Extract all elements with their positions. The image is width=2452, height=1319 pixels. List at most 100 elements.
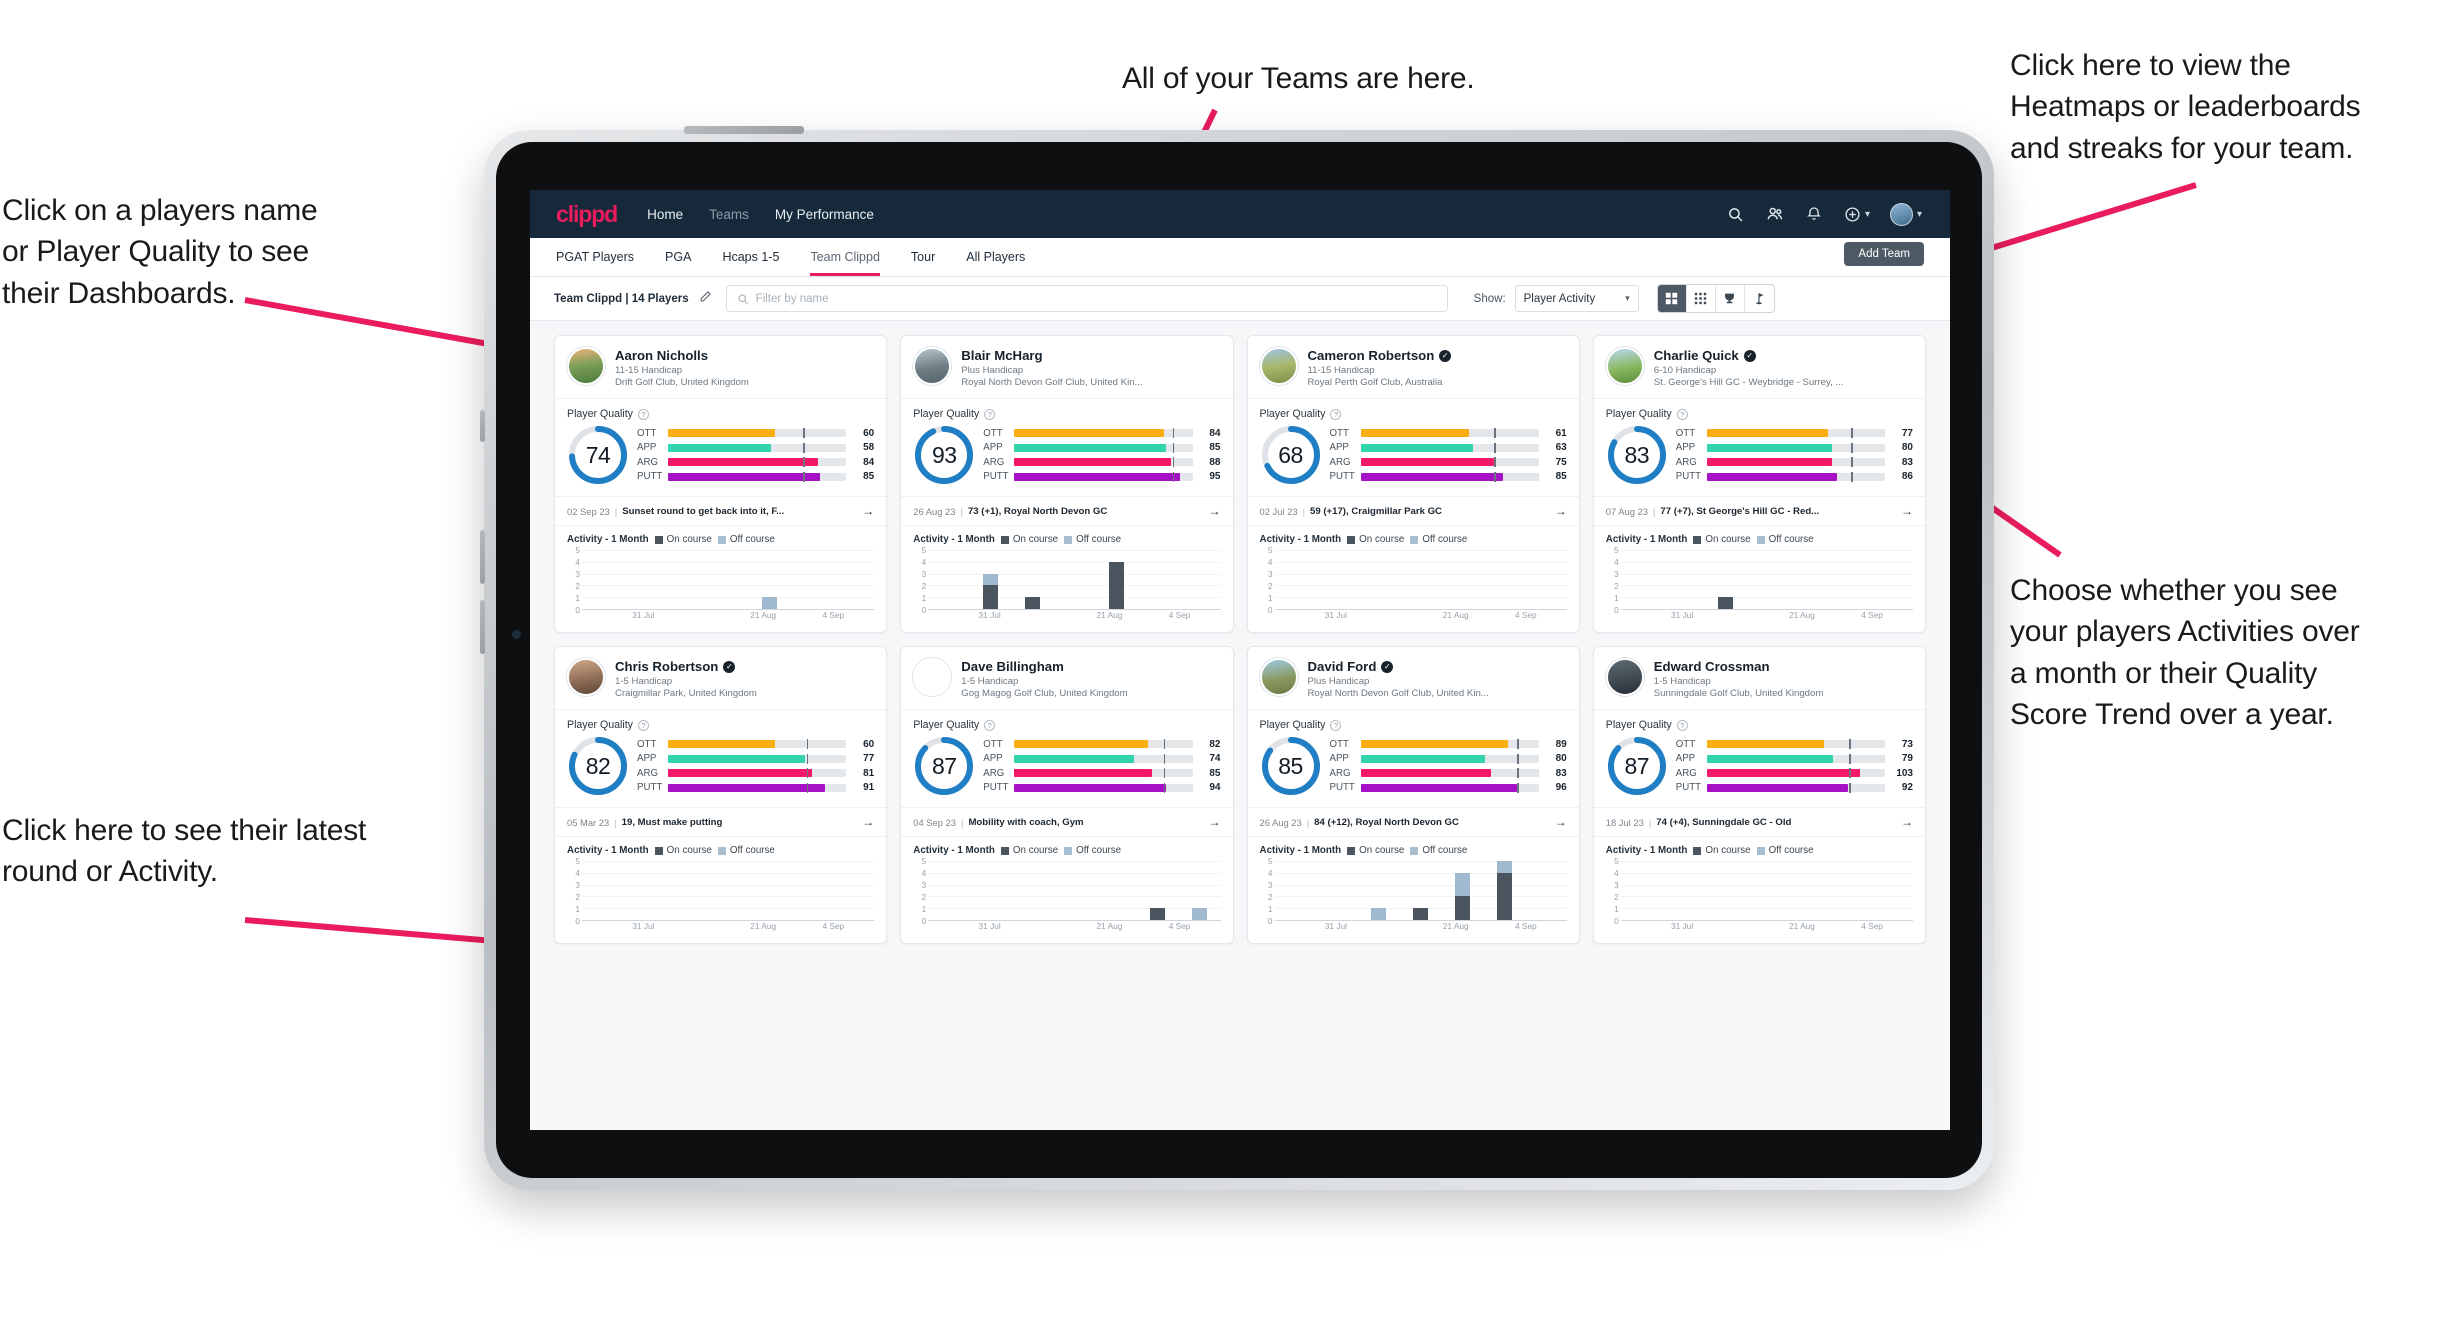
help-icon[interactable]: ? <box>637 719 649 731</box>
tab-pgat-players[interactable]: PGAT Players <box>556 238 634 276</box>
player-card-header[interactable]: Edward Crossman 1-5 Handicap Sunningdale G… <box>1593 647 1925 710</box>
clippd-logo[interactable]: clippd <box>556 201 618 228</box>
latest-round-row[interactable]: 04 Sep 23 | Mobility with coach, Gym → <box>901 807 1233 837</box>
player-card[interactable]: Dave Billingham 1-5 Handicap Gog Magog Gol… <box>900 646 1234 944</box>
avatar[interactable] <box>1259 658 1298 696</box>
avatar[interactable] <box>567 658 605 696</box>
arrow-right-icon[interactable]: → <box>1901 504 1913 518</box>
trophy-icon[interactable] <box>1715 285 1745 312</box>
player-quality-section[interactable]: Player Quality? 83 OTT 77 APP 80 ARG 83 PUTT 86 <box>1594 399 1925 496</box>
arrow-right-icon[interactable]: → <box>1209 504 1221 518</box>
quality-score-ring[interactable]: 87 <box>913 735 975 797</box>
bell-icon[interactable] <box>1806 206 1822 222</box>
player-card[interactable]: Aaron Nicholls 11-15 Handicap Drift Golf C… <box>554 335 888 633</box>
help-icon[interactable]: ? <box>1330 408 1342 420</box>
player-name[interactable]: Blair McHarg <box>961 348 1042 363</box>
player-card[interactable]: Blair McHarg Plus Handicap Royal North Dev… <box>900 335 1234 633</box>
grid-small-icon[interactable] <box>1686 285 1716 312</box>
chevron-down-icon[interactable]: ▾ <box>1865 209 1870 220</box>
latest-round-row[interactable]: 02 Sep 23 | Sunset round to get back into … <box>555 496 887 526</box>
player-card-header[interactable]: Dave Billingham 1-5 Handicap Gog Magog Gol… <box>901 647 1233 710</box>
avatar[interactable] <box>1259 347 1298 385</box>
player-card-header[interactable]: Blair McHarg Plus Handicap Royal North Dev… <box>901 336 1233 399</box>
avatar[interactable] <box>913 658 952 696</box>
avatar[interactable] <box>1605 347 1644 385</box>
player-card-header[interactable]: Charlie Quick ✓ 6-10 Handicap St. George's … <box>1593 336 1925 399</box>
flag-icon[interactable] <box>1744 285 1774 312</box>
player-card[interactable]: Charlie Quick ✓ 6-10 Handicap St. George's … <box>1592 335 1926 633</box>
player-card[interactable]: David Ford ✓ Plus Handicap Royal North Devo… <box>1246 646 1580 944</box>
people-icon[interactable] <box>1766 205 1784 223</box>
player-quality-section[interactable]: Player Quality? 74 OTT 60 APP 58 ARG 84 PUTT 85 <box>555 399 886 496</box>
pencil-icon[interactable] <box>699 290 712 308</box>
arrow-right-icon[interactable]: → <box>1209 815 1221 829</box>
tab-all-players[interactable]: All Players <box>966 238 1025 276</box>
quality-score-ring[interactable]: 87 <box>1606 735 1668 797</box>
player-name[interactable]: Aaron Nicholls <box>615 348 708 363</box>
arrow-right-icon[interactable]: → <box>1555 504 1567 518</box>
latest-round-row[interactable]: 05 Mar 23 | 19, Must make putting → <box>555 807 887 837</box>
latest-round-row[interactable]: 02 Jul 23 | 59 (+17), Craigmillar Park GC → <box>1247 496 1579 526</box>
help-icon[interactable]: ? <box>984 719 996 731</box>
help-icon[interactable]: ? <box>637 408 649 420</box>
volume-up-button[interactable] <box>480 530 485 584</box>
nav-link-teams[interactable]: Teams <box>709 207 749 222</box>
tab-tour[interactable]: Tour <box>911 238 935 276</box>
show-select[interactable]: Player Activity ▾ <box>1514 285 1639 312</box>
tab-hcaps-1-5[interactable]: Hcaps 1-5 <box>722 238 779 276</box>
player-card[interactable]: Edward Crossman 1-5 Handicap Sunningdale G… <box>1592 646 1926 944</box>
arrow-right-icon[interactable]: → <box>1555 815 1567 829</box>
latest-round-row[interactable]: 26 Aug 23 | 73 (+1), Royal North Devon GC → <box>901 496 1233 526</box>
arrow-right-icon[interactable]: → <box>1901 815 1913 829</box>
player-quality-section[interactable]: Player Quality? 85 OTT 89 APP 80 ARG 83 PUTT 96 <box>1248 710 1579 807</box>
avatar[interactable] <box>913 347 952 385</box>
nav-link-home[interactable]: Home <box>647 207 683 222</box>
quality-score-ring[interactable]: 93 <box>913 424 975 486</box>
help-icon[interactable]: ? <box>1676 408 1688 420</box>
chevron-down-icon-profile[interactable]: ▾ <box>1917 209 1922 220</box>
quality-score-ring[interactable]: 83 <box>1606 424 1668 486</box>
plus-circle-icon[interactable]: ▾ <box>1844 206 1870 223</box>
player-card[interactable]: Cameron Robertson ✓ 11-15 Handicap Royal Pe… <box>1246 335 1580 633</box>
player-quality-section[interactable]: Player Quality? 93 OTT 84 APP 85 ARG 88 PUTT 95 <box>901 399 1232 496</box>
tab-team-clippd[interactable]: Team Clippd <box>810 238 881 276</box>
player-card[interactable]: Chris Robertson ✓ 1-5 Handicap Craigmillar … <box>554 646 888 944</box>
help-icon[interactable]: ? <box>984 408 996 420</box>
player-name[interactable]: Chris Robertson <box>615 659 718 674</box>
player-quality-section[interactable]: Player Quality? 68 OTT 61 APP 63 ARG 75 PUTT 85 <box>1248 399 1579 496</box>
player-name[interactable]: Charlie Quick <box>1654 348 1739 363</box>
player-name[interactable]: Cameron Robertson <box>1308 348 1435 363</box>
player-quality-section[interactable]: Player Quality? 87 OTT 73 APP 79 ARG 103 PUTT 92 <box>1594 710 1925 807</box>
arrow-right-icon[interactable]: → <box>862 815 874 829</box>
tab-pga[interactable]: PGA <box>665 238 691 276</box>
quality-score-ring[interactable]: 74 <box>567 424 629 486</box>
quality-score-ring[interactable]: 85 <box>1260 735 1322 797</box>
arrow-right-icon[interactable]: → <box>862 504 874 518</box>
player-card-header[interactable]: Aaron Nicholls 11-15 Handicap Drift Golf C… <box>555 336 887 399</box>
player-card-header[interactable]: Cameron Robertson ✓ 11-15 Handicap Royal Pe… <box>1247 336 1579 399</box>
power-button[interactable] <box>684 126 804 134</box>
volume-down-button[interactable] <box>480 600 485 654</box>
avatar[interactable] <box>1889 202 1913 226</box>
grid-large-icon[interactable] <box>1657 285 1687 312</box>
quality-score-ring[interactable]: 68 <box>1260 424 1322 486</box>
help-icon[interactable]: ? <box>1676 719 1688 731</box>
player-name[interactable]: David Ford <box>1308 659 1377 674</box>
quality-score-ring[interactable]: 82 <box>567 735 629 797</box>
player-card-header[interactable]: David Ford ✓ Plus Handicap Royal North Devo… <box>1247 647 1579 710</box>
latest-round-row[interactable]: 07 Aug 23 | 77 (+7), St George's Hill GC -… <box>1593 496 1925 526</box>
help-icon[interactable]: ? <box>1330 719 1342 731</box>
avatar[interactable] <box>567 347 605 385</box>
latest-round-row[interactable]: 18 Jul 23 | 74 (+4), Sunningdale GC - Old → <box>1593 807 1925 837</box>
side-button-1[interactable] <box>480 410 485 442</box>
player-quality-section[interactable]: Player Quality? 87 OTT 82 APP 74 ARG 85 PUTT 94 <box>901 710 1232 807</box>
player-quality-section[interactable]: Player Quality? 82 OTT 60 APP 77 ARG 81 PUTT 91 <box>555 710 886 807</box>
avatar[interactable] <box>1605 658 1644 696</box>
latest-round-row[interactable]: 26 Aug 23 | 84 (+12), Royal North Devon GC… <box>1247 807 1579 837</box>
add-team-button[interactable]: Add Team <box>1844 242 1924 266</box>
player-card-header[interactable]: Chris Robertson ✓ 1-5 Handicap Craigmillar … <box>555 647 887 710</box>
search-input[interactable]: Filter by name <box>725 285 1448 312</box>
player-name[interactable]: Edward Crossman <box>1654 659 1770 674</box>
nav-link-my-performance[interactable]: My Performance <box>775 207 874 222</box>
player-name[interactable]: Dave Billingham <box>961 659 1064 674</box>
